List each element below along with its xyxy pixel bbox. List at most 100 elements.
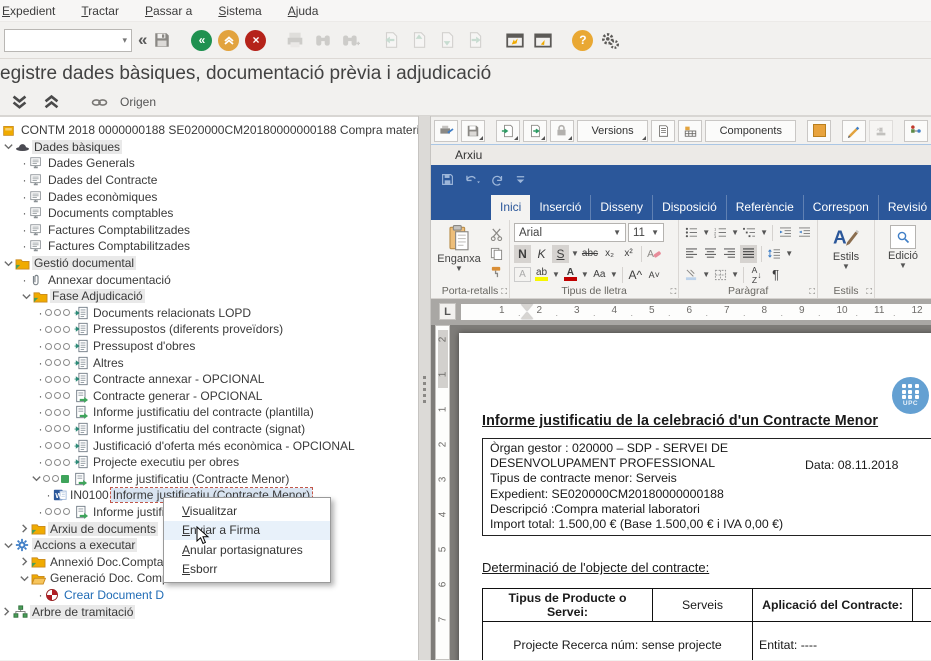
bold-button[interactable]: N: [514, 245, 531, 263]
tree-item[interactable]: ·Factures Comptabilitzades: [0, 222, 418, 239]
tree-item-label[interactable]: Dades bàsiques: [32, 140, 122, 154]
tree-item[interactable]: CONTM 2018 0000000188 SE020000CM20180000…: [0, 122, 418, 139]
expander-closed-icon[interactable]: [0, 606, 13, 617]
dialog-launcher-icon[interactable]: ⛶: [809, 287, 815, 297]
tree-item-label[interactable]: Annexió Doc.Comptable: [48, 555, 181, 569]
word-redo-icon[interactable]: [491, 173, 505, 186]
expander-open-icon[interactable]: [2, 141, 15, 152]
checkout-icon[interactable]: [523, 120, 547, 142]
tree-item-label[interactable]: Justificació d'oferta més econòmica - OP…: [91, 439, 357, 453]
font-size-select[interactable]: 11▼: [628, 223, 664, 242]
document-page[interactable]: UPC Informe justificatiu de la celebraci…: [459, 333, 931, 660]
tree-item-label[interactable]: Factures Comptabilitzades: [46, 223, 192, 237]
context-menu-item-enviar-a-firma[interactable]: Enviar a Firma: [164, 521, 330, 541]
tree-item-label[interactable]: Dades del Contracte: [46, 173, 159, 187]
help-button[interactable]: ?: [572, 30, 593, 51]
signature-icon[interactable]: [842, 120, 866, 142]
origen-button[interactable]: Origen: [120, 95, 156, 109]
collapse-all-icon[interactable]: [8, 91, 30, 113]
tree-item[interactable]: Fase Adjudicació: [0, 288, 418, 305]
tree-item[interactable]: ·Documents relacionats LOPD: [0, 305, 418, 322]
multilevel-list-icon[interactable]: [741, 224, 758, 242]
save-document-icon[interactable]: [461, 120, 485, 142]
tree-item[interactable]: ·Crear Document D: [0, 587, 418, 604]
tree-item[interactable]: ·Projecte executiu per obres: [0, 454, 418, 471]
word-tab-correspon[interactable]: Correspon: [804, 195, 879, 220]
numbered-list-icon[interactable]: 123: [712, 224, 729, 242]
underline-button[interactable]: S: [552, 245, 569, 263]
expander-closed-icon[interactable]: [18, 523, 31, 534]
back-button[interactable]: «: [191, 30, 212, 51]
styles-button[interactable]: A Estils ▼: [822, 223, 870, 284]
components-grid-icon[interactable]: [678, 120, 702, 142]
cut-icon[interactable]: [487, 226, 505, 242]
document-info-icon[interactable]: [651, 120, 675, 142]
expand-all-icon[interactable]: [40, 91, 62, 113]
word-undo-icon[interactable]: [464, 173, 481, 186]
create-shortcut-icon[interactable]: [532, 29, 554, 51]
tree-item[interactable]: ·Dades econòmiques: [0, 188, 418, 205]
word-tab-inici[interactable]: Inici: [491, 195, 530, 220]
color-swatch-button[interactable]: [807, 120, 831, 142]
tree-item-label[interactable]: Dades Generals: [46, 156, 137, 170]
dialog-launcher-icon[interactable]: ⛶: [866, 287, 872, 297]
tree-item[interactable]: ·Informe justificatiu del contracte (pla…: [0, 404, 418, 421]
highlight-button[interactable]: ab: [533, 266, 550, 284]
tree-item[interactable]: ·Contracte annexar - OPCIONAL: [0, 371, 418, 388]
menu-item-passar-a[interactable]: Passar a: [145, 4, 192, 18]
align-left-icon[interactable]: [683, 245, 700, 263]
subscript-button[interactable]: x₂: [601, 245, 618, 263]
align-right-icon[interactable]: [721, 245, 738, 263]
word-tab-disseny[interactable]: Disseny: [591, 195, 653, 220]
checkin-icon[interactable]: [496, 120, 520, 142]
word-file-tab[interactable]: Arxiu: [455, 148, 482, 162]
font-color-button[interactable]: A: [562, 266, 579, 284]
command-field[interactable]: ▾: [4, 29, 132, 52]
context-menu-item-anular-portasignatures[interactable]: Anular portasignatures: [164, 540, 330, 560]
tree-item[interactable]: ·Factures Comptabilitzades: [0, 238, 418, 255]
tree-item-label[interactable]: Factures Comptabilitzades: [46, 239, 192, 253]
tree-item-label[interactable]: CONTM 2018 0000000188 SE020000CM20180000…: [19, 123, 418, 137]
word-tab-inserció[interactable]: Inserció: [530, 195, 591, 220]
hanging-indent-marker[interactable]: [521, 312, 533, 319]
word-save-icon[interactable]: [441, 173, 454, 186]
tree-item-label[interactable]: Informe justificatiu del contracte (plan…: [91, 405, 316, 419]
first-line-indent-marker[interactable]: [521, 304, 533, 311]
shading-icon[interactable]: [683, 266, 700, 284]
dialog-launcher-icon[interactable]: ⛶: [501, 287, 507, 297]
tree-item-label[interactable]: Contracte generar - OPCIONAL: [91, 389, 264, 403]
workflow-icon[interactable]: [904, 120, 928, 142]
tree-item[interactable]: Dades bàsiques: [0, 139, 418, 156]
tree-item-label[interactable]: Informe justificatiu del contracte (sign…: [91, 422, 307, 436]
format-painter-icon[interactable]: [487, 264, 505, 280]
tree-item[interactable]: Arbre de tramitació: [0, 603, 418, 620]
tree-item-label[interactable]: Projecte executiu per obres: [91, 455, 241, 469]
tree-item-label[interactable]: Informe justificatiu (Contracte Menor): [90, 472, 291, 486]
tree-item[interactable]: ·Annexar documentació: [0, 271, 418, 288]
font-name-select[interactable]: Arial▼: [514, 223, 626, 242]
tree-item[interactable]: Gestió documental: [0, 255, 418, 272]
tree-item-label[interactable]: Crear Document D: [62, 588, 166, 602]
chevron-down-icon[interactable]: ▼: [571, 251, 579, 256]
menu-item-ajuda[interactable]: Ajuda: [288, 4, 319, 18]
tree-item-label[interactable]: Dades econòmiques: [46, 190, 159, 204]
italic-button[interactable]: K: [533, 245, 550, 263]
align-center-icon[interactable]: [702, 245, 719, 263]
tree-item-label[interactable]: Accions a executar: [32, 538, 137, 552]
cancel-button[interactable]: ×: [245, 30, 266, 51]
tree-item-label[interactable]: Documents comptables: [46, 206, 175, 220]
search-icon[interactable]: [890, 225, 916, 249]
expander-open-icon[interactable]: [30, 473, 43, 484]
exit-button[interactable]: [218, 30, 239, 51]
menu-item-expedient[interactable]: Expedient: [2, 4, 55, 18]
tree-item-label[interactable]: Pressupostos (diferents proveïdors): [91, 322, 285, 336]
word-qat-customize-icon[interactable]: [515, 174, 526, 185]
save-icon[interactable]: [151, 29, 173, 51]
customize-layout-icon[interactable]: [599, 29, 621, 51]
tree-item[interactable]: ·Pressupost d'obres: [0, 338, 418, 355]
tree-item[interactable]: ·Pressupostos (diferents proveïdors): [0, 321, 418, 338]
splitter[interactable]: [418, 116, 431, 660]
copy-icon[interactable]: [487, 245, 505, 261]
tree-item[interactable]: ·Documents comptables: [0, 205, 418, 222]
tree-item-label[interactable]: Documents relacionats LOPD: [91, 306, 253, 320]
